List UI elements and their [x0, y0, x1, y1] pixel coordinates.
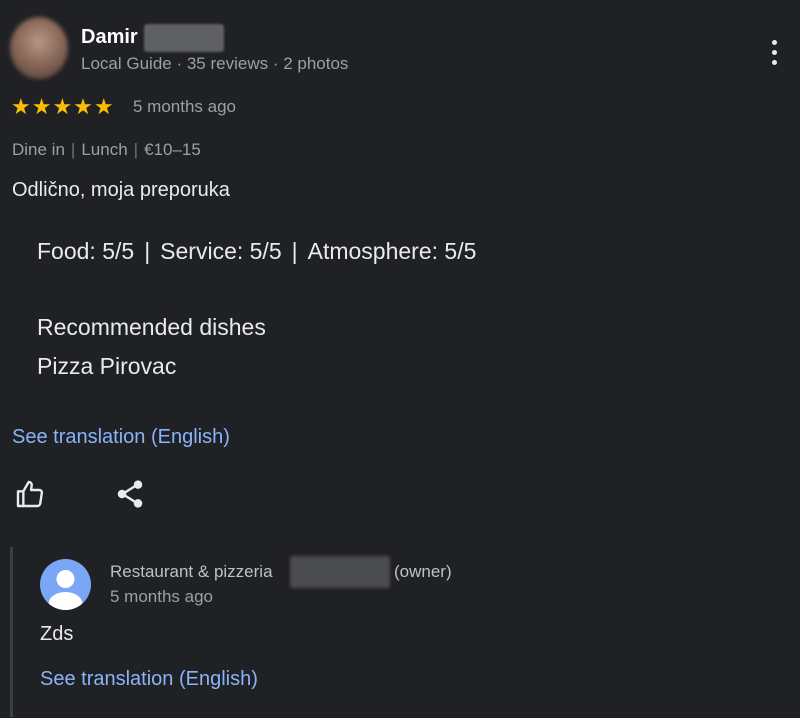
reply-divider: [10, 547, 13, 717]
redacted-surname: [144, 24, 224, 52]
owner-see-translation-link[interactable]: See translation (English): [40, 668, 258, 691]
tag-price: €10–15: [144, 140, 201, 159]
redacted-business-name: [290, 556, 390, 588]
reviewer-avatar[interactable]: [10, 17, 68, 79]
food-rating: Food: 5/5: [37, 238, 135, 264]
recommended-dishes-title: Recommended dishes: [37, 314, 266, 340]
more-options-button[interactable]: [762, 36, 786, 68]
more-vert-icon: [771, 39, 777, 45]
review-time: 5 months ago: [133, 97, 237, 116]
recommended-dish: Pizza Pirovac: [37, 353, 177, 379]
star-rating: ★★★★★: [11, 94, 115, 119]
owner-reply-text: Zds: [40, 623, 74, 645]
sub-ratings: Food: 5/5 | Service: 5/5 | Atmosphere: 5/5: [37, 238, 477, 264]
reviewer-meta: Local Guide · 35 reviews · 2 photos: [81, 54, 349, 73]
owner-reply-time: 5 months ago: [110, 587, 214, 606]
reviewer-name[interactable]: Damir: [81, 26, 138, 49]
review-text: Odlično, moja preporuka: [12, 179, 230, 201]
person-icon: [40, 559, 91, 610]
see-translation-link[interactable]: See translation (English): [12, 426, 230, 449]
owner-name: Restaurant & pizzeria: [110, 562, 273, 581]
review-tags: Dine in | Lunch | €10–15: [12, 140, 201, 159]
atmosphere-rating: Atmosphere: 5/5: [307, 238, 477, 264]
thumb-up-icon[interactable]: [14, 478, 46, 510]
owner-tag: (owner): [394, 562, 452, 581]
service-rating: Service: 5/5: [160, 238, 282, 264]
tag-meal: Lunch: [81, 140, 128, 159]
tag-dine-in: Dine in: [12, 140, 65, 159]
share-icon[interactable]: [114, 478, 146, 510]
